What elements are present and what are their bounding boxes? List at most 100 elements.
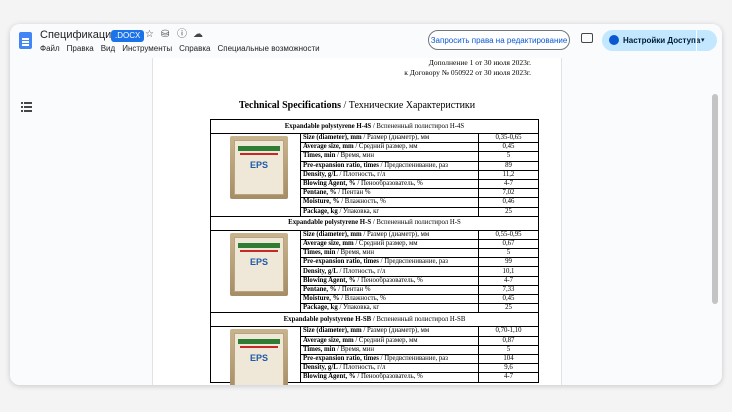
param-name: Times, min / Время, мин [300, 248, 479, 259]
table-row: EPS Size (diameter), mm / Размер (диаметр… [210, 326, 539, 385]
param-name: Times, min / Время, мин [300, 151, 479, 162]
param-en: Pentane, % [303, 285, 337, 293]
param-value: 10,1 [478, 266, 539, 277]
file-format-badge: .DOCX [111, 30, 145, 42]
product-name-ru: / Вспененный полистирол H-4S [371, 122, 465, 130]
param-ru: / Время, мин [335, 249, 374, 257]
param-ru: / Упаковка, кг [337, 207, 380, 215]
param-name: Pentane, % / Пентан % [300, 284, 479, 296]
product-name-ru: / Вспененный полистирол H-SB [371, 315, 466, 323]
move-to-drive-icon[interactable]: ⛁ [161, 29, 169, 41]
param-name: Pentane, % / Пентан % [300, 188, 479, 199]
param-ru: / Средний размер, мм [353, 143, 418, 151]
info-icon[interactable]: ⓘ [177, 29, 187, 41]
param-value: 99 [478, 257, 539, 268]
menu-file[interactable]: Файл [40, 44, 60, 53]
star-icon[interactable]: ☆ [145, 29, 154, 41]
param-ru: / Плотность, г/л [337, 364, 386, 372]
menu-tools[interactable]: Инструменты [122, 44, 172, 53]
param-value: 0,70-1,10 [478, 326, 539, 337]
param-en: Pentane, % [303, 189, 337, 197]
table-row: EPS Size (diameter), mm / Размер (диаметр… [210, 132, 539, 217]
param-en: Package, kg [303, 304, 338, 312]
share-dropdown-icon[interactable]: ▾ [701, 30, 705, 51]
param-en: Density, g/L [303, 267, 338, 275]
product-name-en: Expandable polystyrene H-SB [283, 315, 372, 323]
param-en: Average size, mm [303, 239, 354, 247]
param-name: Times, min / Время, мин [300, 344, 479, 355]
param-ru: / Предвспенивание, раз [378, 258, 448, 266]
param-name: Blowing Agent, % / Пенообразователь, % [300, 178, 479, 190]
param-en: Times, min [303, 152, 336, 160]
param-name: Pre-expansion ratio, times / Предвспенив… [300, 160, 479, 171]
param-en: Size (diameter), mm [303, 327, 362, 335]
share-divider [696, 30, 697, 51]
heading-ru: / Технические Характеристики [340, 100, 476, 111]
docs-logo-icon[interactable] [19, 32, 32, 49]
param-value: 5 [478, 151, 539, 162]
param-en: Density, g/L [303, 364, 338, 372]
param-value: 0,46 [478, 197, 539, 208]
param-value: 5 [478, 248, 539, 259]
param-value: 0,87 [478, 335, 539, 346]
product-photo: EPS [210, 229, 301, 314]
param-ru: / Предвспенивание, раз [378, 355, 448, 363]
document-page[interactable]: Дополнение 1 от 30 июля 2023г. к Договор… [152, 58, 562, 385]
param-ru: / Плотность, г/л [337, 170, 386, 178]
share-button[interactable]: Настройки Доступа ▾ [602, 30, 717, 51]
param-name: Average size, mm / Средний размер, мм [300, 335, 479, 346]
document-canvas[interactable]: Дополнение 1 от 30 июля 2023г. к Договор… [10, 58, 722, 385]
eps-bag-image: EPS [230, 232, 288, 296]
addendum-line-1: Дополнение 1 от 30 июля 2023г. [428, 58, 531, 67]
param-value: 9,6 [478, 363, 539, 374]
eps-bag-image: EPS [230, 329, 288, 385]
bag-label: EPS [249, 160, 268, 170]
scrollbar[interactable] [712, 94, 718, 304]
param-name: Pre-expansion ratio, times / Предвспенив… [300, 353, 479, 365]
outline-icon[interactable] [21, 102, 32, 112]
param-value: 25 [478, 206, 539, 217]
param-en: Blowing Agent, % [303, 276, 356, 284]
param-name: Size (diameter), mm / Размер (диаметр), … [300, 326, 479, 337]
param-ru: / Предвспенивание, раз [378, 161, 448, 169]
menu-help[interactable]: Справка [179, 44, 210, 53]
request-edit-button[interactable]: Запросить права на редактирование [428, 30, 570, 50]
bag-label: EPS [249, 256, 268, 267]
param-ru: / Время, мин [335, 152, 374, 160]
param-name: Pre-expansion ratio, times / Предвспенив… [300, 257, 479, 268]
param-ru: / Время, мин [335, 345, 374, 353]
param-en: Blowing Agent, % [303, 180, 356, 188]
comments-icon[interactable] [581, 33, 593, 43]
param-ru: / Плотность, г/л [337, 267, 386, 275]
param-ru: / Пенообразователь, % [355, 373, 423, 381]
param-name: Average size, mm / Средний размер, мм [300, 238, 479, 250]
param-name: Moisture, % / Влажность, % [300, 293, 479, 305]
param-en: Moisture, % [303, 295, 340, 303]
app-window: Спецификация .DOCX ☆ ⛁ ⓘ ☁ Файл Правка В… [10, 24, 722, 385]
param-ru: / Влажность, % [339, 295, 386, 303]
param-en: Average size, mm [303, 336, 354, 344]
param-value: 0,55-0,95 [478, 229, 539, 240]
param-value: 104 [478, 353, 539, 365]
param-name: Density, g/L / Плотность, г/л [300, 363, 479, 374]
param-name: Size (diameter), mm / Размер (диаметр), … [300, 132, 479, 144]
param-en: Average size, mm [303, 143, 354, 151]
param-ru: / Пентан % [336, 189, 371, 197]
param-value: 4-7 [478, 372, 539, 383]
param-ru: / Упаковка, кг [337, 304, 380, 312]
menu-view[interactable]: Вид [101, 44, 115, 53]
cloud-status-icon[interactable]: ☁ [193, 29, 203, 41]
param-value: 0,45 [478, 293, 539, 305]
menu-accessibility[interactable]: Специальные возможности [217, 44, 319, 53]
product-name-en: Expandable polystyrene H-4S [284, 122, 372, 130]
product-name: Expandable polystyrene H-S / Вспененный … [210, 215, 539, 231]
share-label: Настройки Доступа [623, 36, 701, 45]
heading-en: Technical Specifications [238, 100, 341, 111]
param-value: 0,45 [478, 142, 539, 153]
product-photo: EPS [210, 133, 301, 217]
doc-title[interactable]: Спецификация [40, 29, 117, 41]
menu-edit[interactable]: Правка [67, 44, 94, 53]
param-en: Pre-expansion ratio, times [303, 161, 379, 169]
globe-icon [609, 35, 619, 45]
param-ru: / Размер (диаметр), мм [361, 327, 430, 335]
